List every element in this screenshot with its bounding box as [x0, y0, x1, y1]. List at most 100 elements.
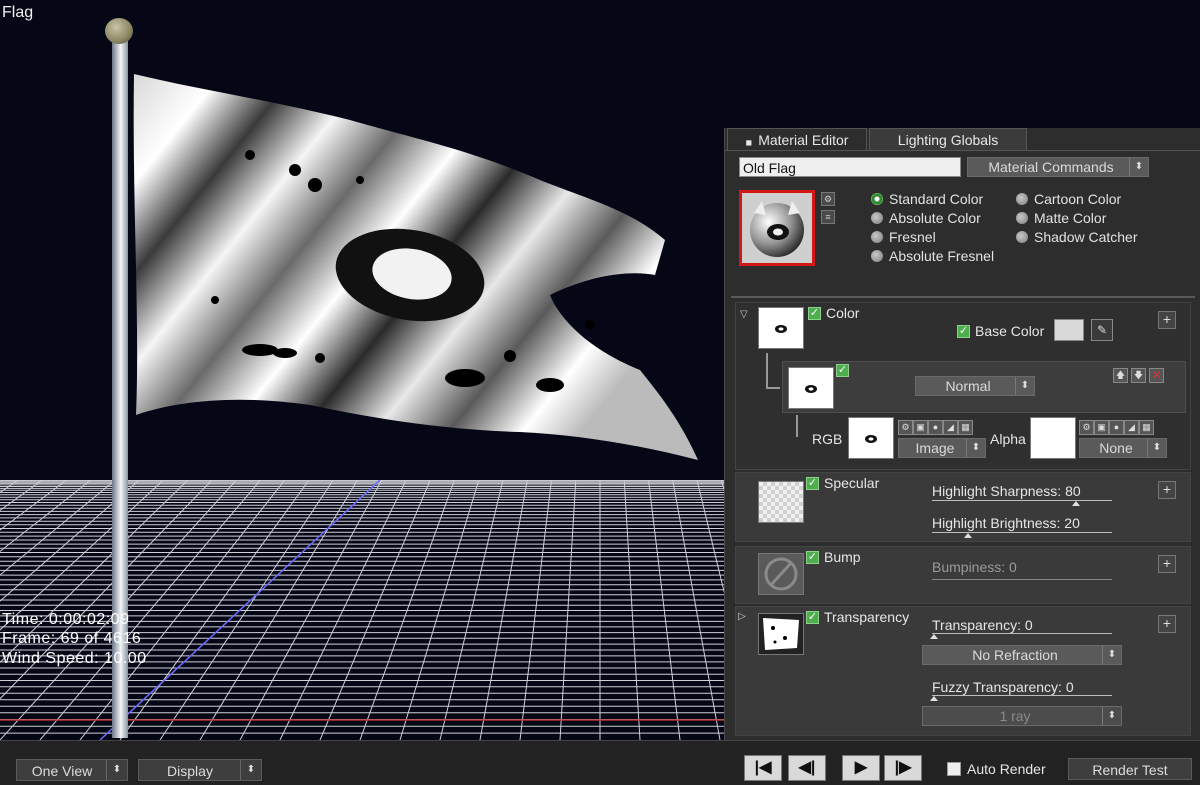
transparency-value-label: Transparency: 0	[932, 617, 1033, 633]
add-transparency-layer-button[interactable]: +	[1158, 615, 1176, 633]
transparency-track[interactable]	[932, 633, 1112, 634]
radio-fresnel[interactable]: Fresnel	[871, 228, 936, 246]
radio-absolute-color[interactable]: Absolute Color	[871, 209, 981, 227]
highlight-sharpness-knob[interactable]	[1072, 501, 1080, 506]
play-button[interactable]: ▶	[842, 755, 880, 781]
specular-thumbnail[interactable]	[758, 481, 804, 523]
display-dropdown[interactable]: Display ⬍	[138, 759, 262, 781]
highlight-brightness-track[interactable]	[932, 532, 1112, 533]
chevron-updown-icon: ⬍	[1102, 646, 1121, 664]
chevron-updown-icon: ⬍	[240, 760, 261, 780]
eyedropper-icon[interactable]: ✎	[1091, 319, 1113, 341]
rgb-source-dropdown[interactable]: Image ⬍	[898, 438, 986, 458]
flag-mesh	[133, 74, 698, 460]
delete-layer-icon[interactable]: ✕	[1149, 368, 1164, 383]
layer-thumbnail[interactable]	[788, 367, 834, 409]
add-color-layer-button[interactable]: +	[1158, 311, 1176, 329]
texture-frame-icon[interactable]: ▣	[1094, 420, 1109, 435]
rgb-label: RGB	[812, 431, 843, 447]
render-test-button[interactable]: Render Test	[1068, 758, 1192, 780]
base-color-checkbox[interactable]: ✓	[957, 325, 970, 338]
rgb-connector	[796, 415, 808, 437]
step-back-button[interactable]: ◀|	[788, 755, 826, 781]
radio-off-icon	[871, 250, 883, 262]
bump-enable-checkbox[interactable]: ✓	[806, 551, 819, 564]
texture-grid-icon[interactable]: ▦	[958, 420, 973, 435]
transparency-enable-checkbox[interactable]: ✓	[806, 611, 819, 624]
radio-cartoon-color[interactable]: Cartoon Color	[1016, 190, 1121, 208]
specular-label: Specular	[824, 475, 880, 491]
hud-wind-speed: Wind Speed: 10.00	[2, 650, 147, 667]
texture-sphere-icon[interactable]: ●	[928, 420, 943, 435]
flag-texture-icon	[805, 385, 817, 393]
base-color-swatch[interactable]	[1054, 319, 1084, 341]
go-to-start-button[interactable]: |◀	[744, 755, 782, 781]
add-bump-layer-button[interactable]: +	[1158, 555, 1176, 573]
alpha-source-dropdown[interactable]: None ⬍	[1079, 438, 1167, 458]
bump-section: ✓ Bump Bumpiness: 0 +	[735, 546, 1191, 604]
tab-lighting-globals[interactable]: Lighting Globals	[869, 128, 1027, 151]
radio-absolute-fresnel[interactable]: Absolute Fresnel	[871, 247, 994, 265]
radio-on-icon	[871, 193, 883, 205]
auto-render-checkbox[interactable]	[947, 762, 961, 776]
radio-off-icon	[871, 212, 883, 224]
move-down-icon[interactable]: 🡇	[1131, 368, 1146, 383]
material-commands-dropdown[interactable]: Material Commands ⬍	[967, 157, 1149, 177]
step-forward-icon: |▶	[894, 759, 912, 776]
radio-matte-color[interactable]: Matte Color	[1016, 209, 1106, 227]
preview-settings-icon[interactable]: ⚙	[821, 192, 835, 206]
preview-list-icon[interactable]: ≡	[821, 210, 835, 224]
bump-label: Bump	[824, 549, 861, 565]
pole-finial	[105, 18, 133, 44]
material-name-field[interactable]: Old Flag	[739, 157, 961, 177]
fuzzy-transparency-knob[interactable]	[930, 696, 938, 701]
blend-mode-dropdown[interactable]: Normal ⬍	[915, 376, 1035, 396]
auto-render-label: Auto Render	[967, 761, 1046, 777]
fuzzy-transparency-track[interactable]	[932, 695, 1112, 696]
step-forward-button[interactable]: |▶	[884, 755, 922, 781]
transparency-label: Transparency	[824, 609, 910, 625]
hud-time: Time: 0:00:02:09	[2, 611, 130, 628]
layer-enable-checkbox[interactable]: ✓	[836, 364, 849, 377]
chevron-updown-icon: ⬍	[1147, 439, 1166, 457]
bottom-toolbar: One View ⬍ Display ⬍ |◀ ◀| ▶ |▶ Auto Rende…	[0, 740, 1200, 785]
play-icon: ▶	[854, 759, 868, 776]
view-mode-dropdown[interactable]: One View ⬍	[16, 759, 128, 781]
transparency-knob[interactable]	[930, 634, 938, 639]
highlight-brightness-label: Highlight Brightness: 20	[932, 515, 1080, 531]
rgb-thumbnail[interactable]	[848, 417, 894, 459]
highlight-sharpness-label: Highlight Sharpness: 80	[932, 483, 1081, 499]
color-enable-checkbox[interactable]: ✓	[808, 307, 821, 320]
texture-frame-icon[interactable]: ▣	[913, 420, 928, 435]
highlight-brightness-knob[interactable]	[964, 533, 972, 538]
panel-collapse-icon: ◼	[745, 138, 753, 147]
move-up-icon[interactable]: 🡅	[1113, 368, 1128, 383]
add-specular-layer-button[interactable]: +	[1158, 481, 1176, 499]
alpha-thumbnail[interactable]	[1030, 417, 1076, 459]
texture-settings-icon[interactable]: ⚙	[1079, 420, 1094, 435]
material-preview[interactable]	[739, 190, 815, 266]
section-separator	[731, 296, 1195, 298]
texture-sphere-icon[interactable]: ●	[1109, 420, 1124, 435]
texture-gradient-icon[interactable]: ◢	[1124, 420, 1139, 435]
color-thumbnail[interactable]	[758, 307, 804, 349]
highlight-sharpness-track[interactable]	[932, 500, 1112, 501]
radio-standard-color[interactable]: Standard Color	[871, 190, 983, 208]
specular-enable-checkbox[interactable]: ✓	[806, 477, 819, 490]
texture-settings-icon[interactable]: ⚙	[898, 420, 913, 435]
transparency-thumbnail[interactable]	[758, 613, 804, 655]
refraction-dropdown[interactable]: No Refraction ⬍	[922, 645, 1122, 665]
tab-divider	[725, 150, 1200, 151]
bump-thumbnail[interactable]	[758, 553, 804, 595]
texture-grid-icon[interactable]: ▦	[1139, 420, 1154, 435]
radio-off-icon	[1016, 231, 1028, 243]
expand-right-icon[interactable]: ▷	[738, 611, 746, 622]
radio-shadow-catcher[interactable]: Shadow Catcher	[1016, 228, 1138, 246]
chevron-updown-icon: ⬍	[1015, 377, 1034, 395]
texture-gradient-icon[interactable]: ◢	[943, 420, 958, 435]
bumpiness-label: Bumpiness: 0	[932, 559, 1017, 575]
tab-material-editor[interactable]: ◼ Material Editor	[727, 128, 867, 151]
chevron-updown-icon: ⬍	[1129, 158, 1148, 176]
expand-down-icon[interactable]: ▽	[740, 309, 748, 320]
rgb-source-icons: ⚙ ▣ ● ◢ ▦	[898, 417, 973, 435]
